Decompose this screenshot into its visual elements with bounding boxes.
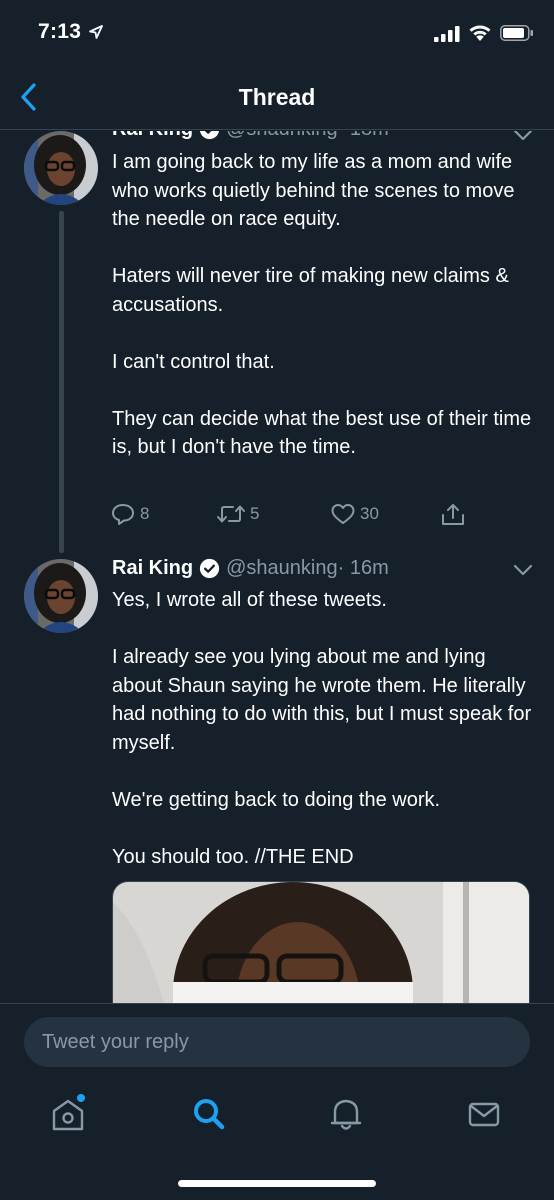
reply-bar <box>0 1003 554 1079</box>
home-icon[interactable] <box>48 1094 88 1134</box>
reply-input[interactable] <box>24 1017 530 1067</box>
retweet-action[interactable]: 5 <box>216 502 259 526</box>
tweet-text: I am going back to my life as a mom and … <box>112 151 532 458</box>
chevron-down-icon[interactable] <box>512 563 534 577</box>
chevron-down-icon[interactable] <box>512 131 534 142</box>
tweet-time: · 16m <box>337 557 389 579</box>
avatar[interactable] <box>24 131 98 205</box>
author-name[interactable]: Rai King <box>112 557 193 580</box>
tweet-header: Rai King @shaunking · 18m <box>112 131 389 141</box>
verified-badge-icon <box>200 131 220 140</box>
verified-badge-icon <box>200 558 220 579</box>
thread-connector-line <box>59 211 64 553</box>
tweet-media-image[interactable] <box>112 881 530 1003</box>
tweet-actions: 8 5 30 <box>110 502 490 532</box>
search-icon[interactable] <box>189 1094 229 1134</box>
share-action[interactable] <box>440 502 470 528</box>
location-arrow-icon <box>89 25 103 39</box>
tweet-time: · 18m <box>338 131 389 141</box>
cellular-signal-icon <box>434 26 460 42</box>
reply-action[interactable]: 8 <box>110 502 149 526</box>
author-handle[interactable]: @shaunking <box>226 131 337 141</box>
avatar[interactable] <box>24 559 98 633</box>
mail-icon[interactable] <box>464 1094 504 1134</box>
status-time: 7:13 <box>38 20 82 43</box>
thread-content[interactable]: Rai King @shaunking · 18m I am going bac… <box>0 131 554 1003</box>
status-bar: 7:13 <box>0 0 554 64</box>
like-count: 30 <box>360 504 379 523</box>
author-name[interactable]: Rai King <box>112 131 193 141</box>
wifi-icon <box>469 25 491 41</box>
home-indicator[interactable] <box>178 1180 376 1187</box>
retweet-icon <box>217 505 245 523</box>
nav-bar: Thread <box>0 64 554 130</box>
reply-icon <box>112 504 134 525</box>
author-handle[interactable]: @shaunking <box>226 557 337 580</box>
page-title: Thread <box>238 84 316 110</box>
battery-icon <box>500 25 533 41</box>
bell-icon[interactable] <box>326 1094 366 1134</box>
retweet-count: 5 <box>250 504 260 523</box>
like-action[interactable]: 30 <box>330 502 379 526</box>
heart-icon <box>331 504 355 524</box>
reply-count: 8 <box>140 504 150 523</box>
tweet-text: Yes, I wrote all of these tweets. I alre… <box>112 589 532 868</box>
share-icon <box>442 504 464 525</box>
tweet-header: Rai King @shaunking · 16m <box>112 557 389 580</box>
